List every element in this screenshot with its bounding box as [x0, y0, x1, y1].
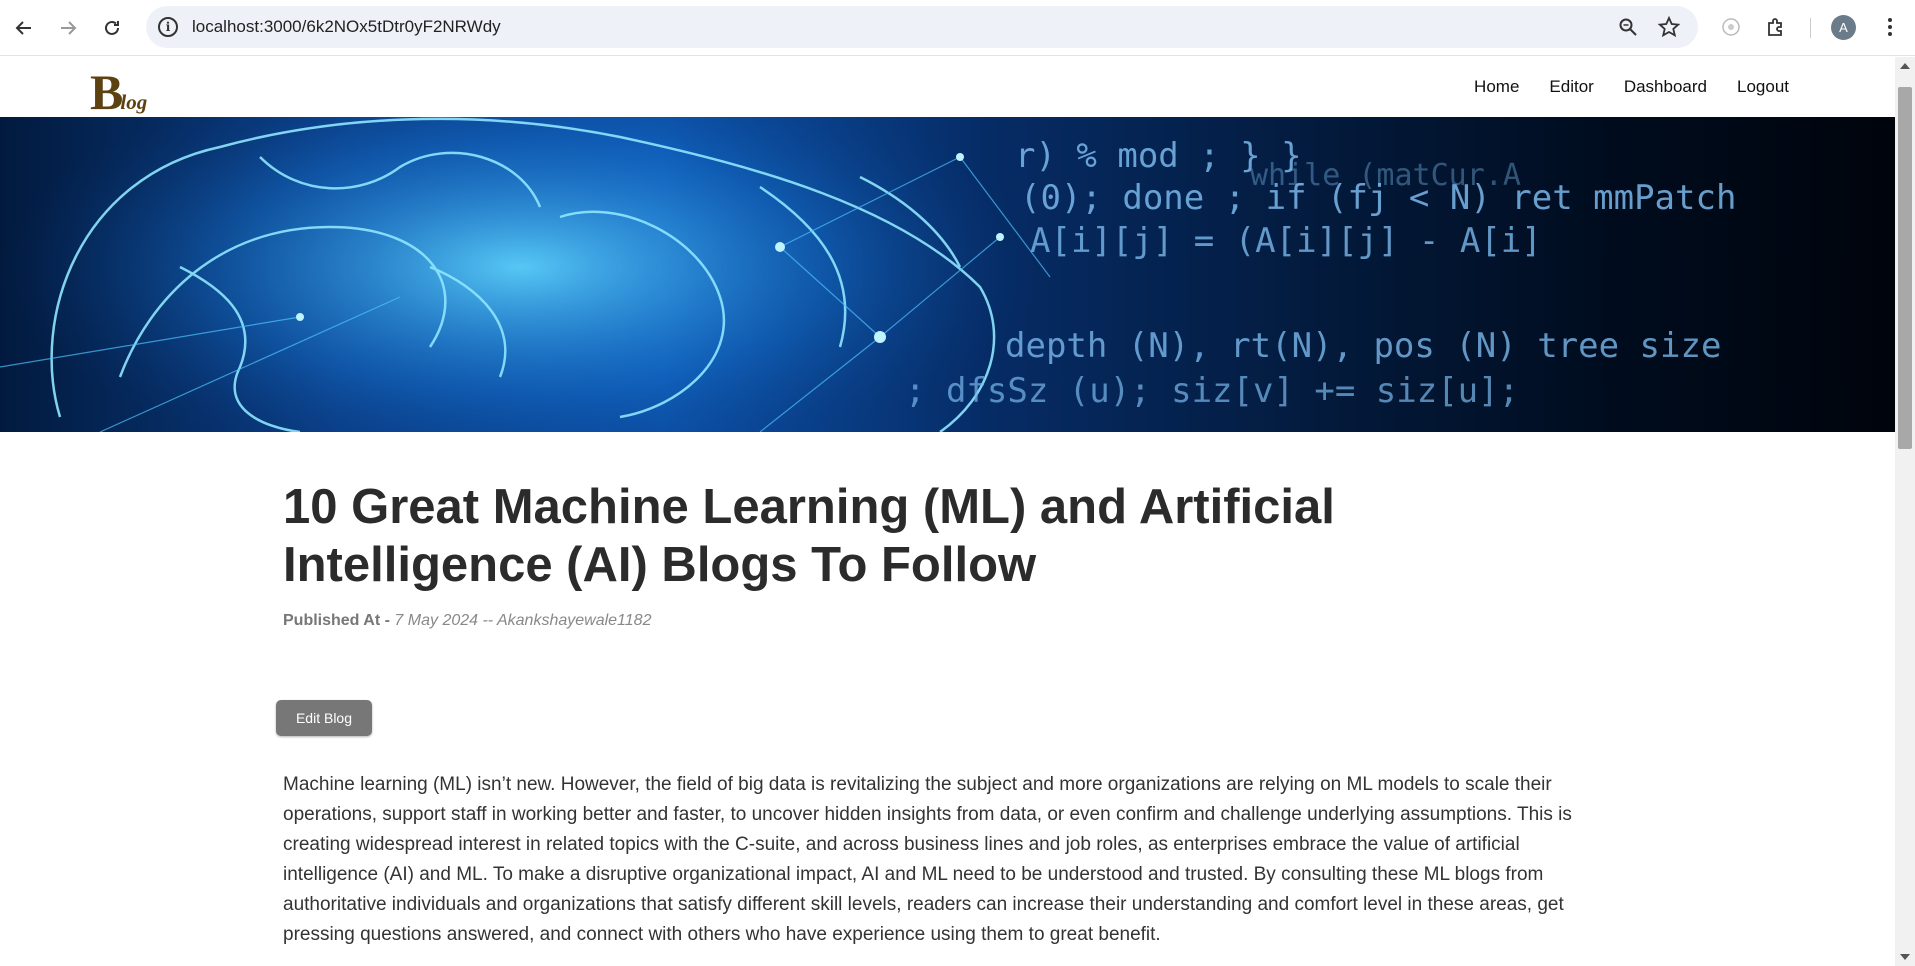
article-title: 10 Great Machine Learning (ML) and Artif… — [283, 480, 1335, 592]
svg-text:; dfsSz (u); siz[v] += siz[u];: ; dfsSz (u); siz[v] += siz[u]; — [905, 371, 1519, 411]
extension-icon[interactable] — [1717, 13, 1745, 41]
scrollbar-thumb[interactable] — [1898, 87, 1912, 449]
site-logo[interactable]: Blog — [90, 63, 150, 121]
address-bar[interactable]: i localhost:3000/6k2NOx5tDtr0yF2NRWdy — [146, 6, 1698, 48]
bookmark-star-icon[interactable] — [1657, 15, 1681, 39]
published-value: 7 May 2024 -- Akankshayewale1182 — [394, 612, 652, 629]
zoom-icon[interactable] — [1616, 15, 1640, 39]
nav-logout[interactable]: Logout — [1737, 77, 1789, 97]
site-header: Blog Home Editor Dashboard Logout — [0, 57, 1895, 120]
svg-text:depth (N), rt(N), pos (N) tree: depth (N), rt(N), pos (N) tree size — [1005, 326, 1721, 366]
forward-icon[interactable] — [54, 14, 82, 42]
nav-home[interactable]: Home — [1474, 77, 1519, 97]
profile-avatar[interactable]: A — [1831, 15, 1856, 40]
brain-glow — [0, 117, 1040, 432]
page-scrollbar[interactable] — [1895, 57, 1915, 966]
logo-text: log — [120, 90, 148, 114]
menu-kebab-icon[interactable] — [1876, 13, 1904, 41]
edit-blog-button[interactable]: Edit Blog — [276, 700, 372, 736]
url-text[interactable]: localhost:3000/6k2NOx5tDtr0yF2NRWdy — [192, 17, 501, 37]
site-info-icon[interactable]: i — [158, 17, 178, 37]
logo-letter: B — [90, 64, 124, 120]
svg-text:A[i][j] = (A[i][j] - A[i]: A[i][j] = (A[i][j] - A[i] — [1030, 221, 1542, 261]
nav-editor[interactable]: Editor — [1549, 77, 1593, 97]
published-label: Published At - — [283, 612, 390, 629]
browser-toolbar: i localhost:3000/6k2NOx5tDtr0yF2NRWdy A — [0, 0, 1915, 56]
article-header: 10 Great Machine Learning (ML) and Artif… — [283, 478, 1613, 630]
hero-banner-image: r) % mod ; } } while (matCur.A (0); done… — [0, 117, 1895, 432]
main-nav: Home Editor Dashboard Logout — [1474, 77, 1789, 97]
article-meta: Published At - 7 May 2024 -- Akankshayew… — [283, 612, 1613, 630]
puzzle-icon[interactable] — [1762, 13, 1790, 41]
back-icon[interactable] — [10, 14, 38, 42]
article-paragraph: Machine learning (ML) isn’t new. However… — [283, 774, 1572, 945]
scroll-up-arrow-icon[interactable] — [1900, 63, 1910, 69]
svg-text:(0); done ; if (fj < N) ret mm: (0); done ; if (fj < N) ret mmPatch — [1020, 178, 1736, 218]
scroll-down-arrow-icon[interactable] — [1900, 954, 1910, 960]
reload-icon[interactable] — [98, 14, 126, 42]
nav-dashboard[interactable]: Dashboard — [1624, 77, 1707, 97]
toolbar-divider — [1810, 18, 1811, 38]
